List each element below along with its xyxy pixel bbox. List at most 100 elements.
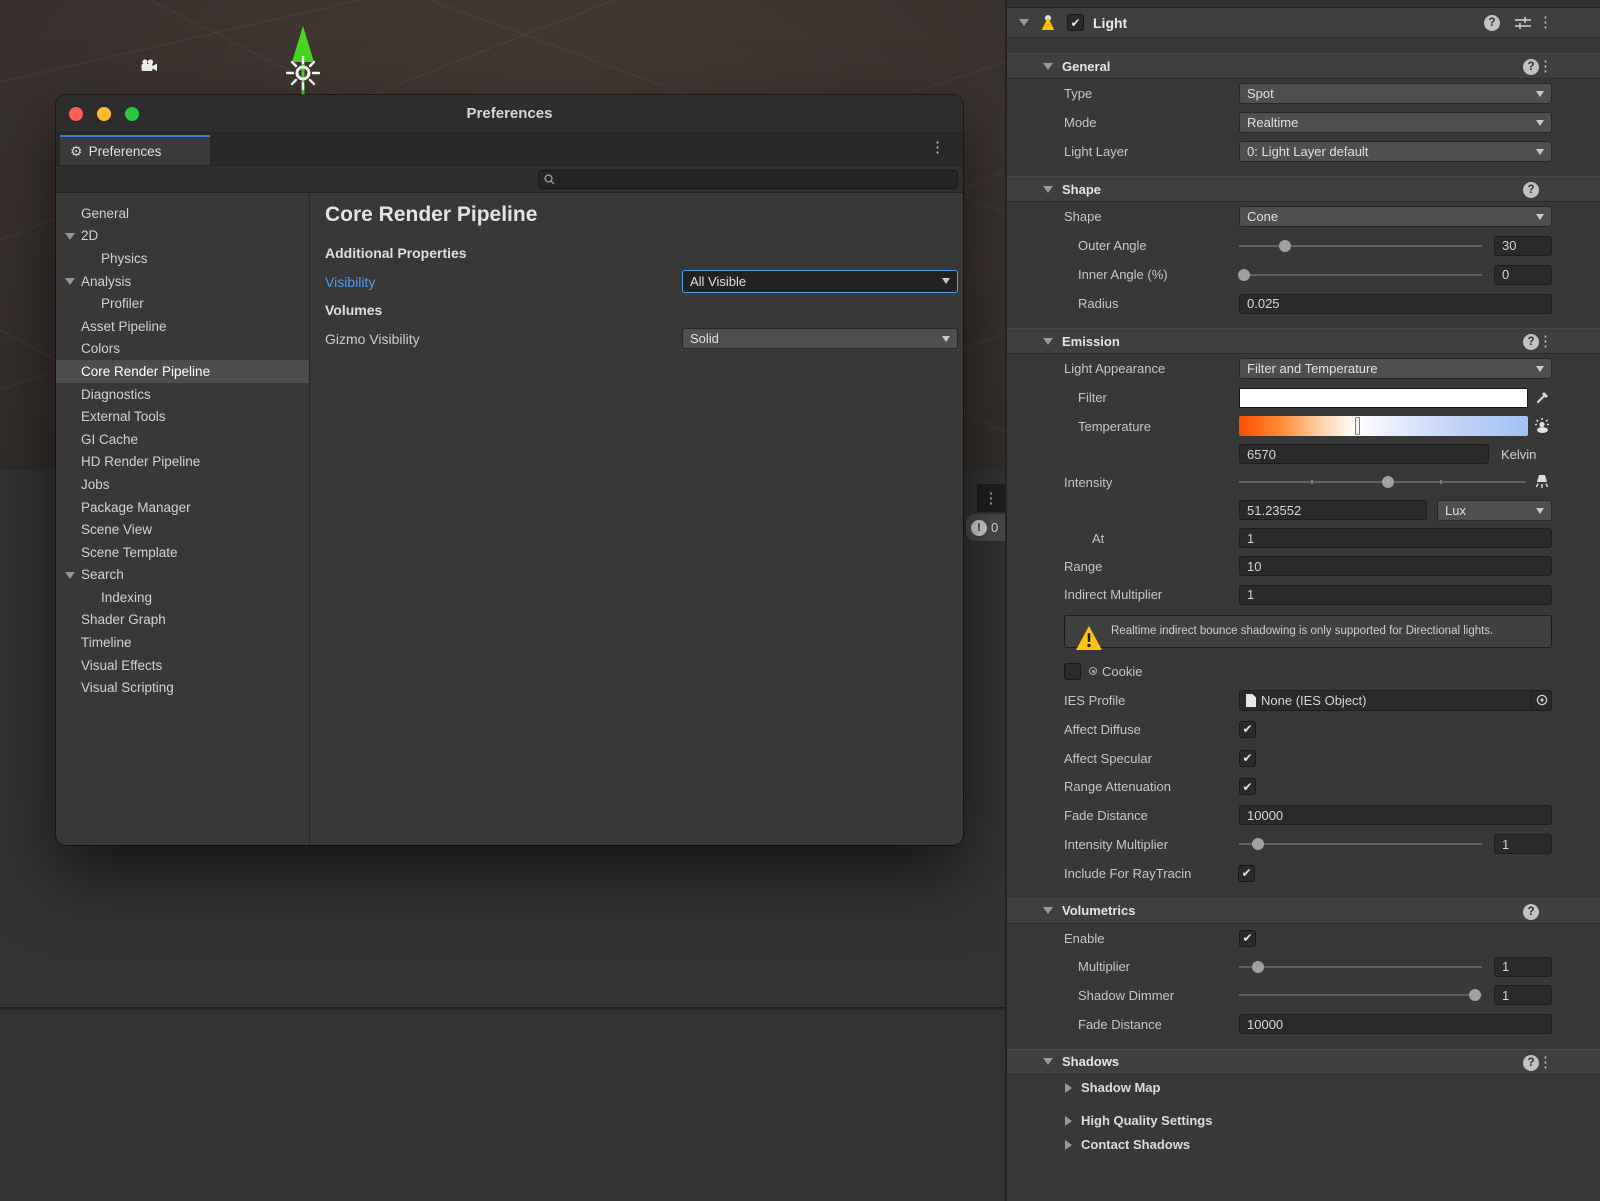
help-icon[interactable] xyxy=(1523,1055,1539,1071)
temperature-slider[interactable] xyxy=(1239,416,1528,436)
sidebar-item-general[interactable]: General xyxy=(56,202,309,225)
sidebar-item-gi-cache[interactable]: GI Cache xyxy=(56,428,309,451)
contact-shadows-foldout[interactable]: Contact Shadows xyxy=(1007,1133,1600,1157)
search-input[interactable] xyxy=(538,170,958,189)
sidebar-item-diagnostics[interactable]: Diagnostics xyxy=(56,383,309,406)
range-attenuation-checkbox[interactable] xyxy=(1239,778,1256,795)
hidden-panel-menu[interactable] xyxy=(977,484,1005,512)
cookie-checkbox[interactable] xyxy=(1064,663,1081,680)
foldout-open-icon[interactable] xyxy=(1043,907,1053,914)
foldout-open-icon[interactable] xyxy=(65,233,75,240)
kebab-menu-icon[interactable] xyxy=(1538,59,1553,74)
light-layer-dropdown[interactable]: 0: Light Layer default xyxy=(1239,141,1552,162)
section-shadows[interactable]: Shadows xyxy=(1007,1049,1600,1075)
sidebar-item-hd-render-pipeline[interactable]: HD Render Pipeline xyxy=(56,451,309,474)
console-warning-badge[interactable]: ! 0 xyxy=(966,514,1005,541)
window-titlebar[interactable]: Preferences xyxy=(56,95,963,133)
sidebar-item-shader-graph[interactable]: Shader Graph xyxy=(56,609,309,632)
multiplier-field[interactable]: 1 xyxy=(1494,957,1552,977)
ies-profile-object-field[interactable]: None (IES Object) xyxy=(1239,690,1552,711)
fade-distance-field[interactable]: 10000 xyxy=(1239,805,1552,825)
help-icon[interactable] xyxy=(1523,904,1539,920)
affect-diffuse-checkbox[interactable] xyxy=(1239,721,1256,738)
minimize-button[interactable] xyxy=(97,107,111,121)
kebab-menu-icon[interactable] xyxy=(1538,334,1553,349)
sidebar-item-analysis[interactable]: Analysis xyxy=(56,270,309,293)
tab-options-kebab-icon[interactable] xyxy=(930,140,945,155)
sidebar-item-profiler[interactable]: Profiler xyxy=(56,292,309,315)
at-field[interactable]: 1 xyxy=(1239,528,1552,548)
foldout-open-icon[interactable] xyxy=(1043,1058,1053,1065)
foldout-open-icon[interactable] xyxy=(1043,338,1053,345)
sidebar-item-scene-view[interactable]: Scene View xyxy=(56,518,309,541)
sidebar-item-visual-scripting[interactable]: Visual Scripting xyxy=(56,676,309,699)
panel-divider[interactable] xyxy=(0,1007,1005,1010)
sidebar-item-colors[interactable]: Colors xyxy=(56,338,309,361)
filter-color-swatch[interactable] xyxy=(1239,388,1528,408)
intensity-slider[interactable] xyxy=(1239,472,1526,492)
outer-angle-field[interactable]: 30 xyxy=(1494,236,1552,256)
shadow-dimmer-slider[interactable] xyxy=(1239,985,1482,1005)
outer-angle-slider[interactable] xyxy=(1239,236,1482,256)
mode-dropdown[interactable]: Realtime xyxy=(1239,112,1552,133)
include-raytracing-checkbox[interactable] xyxy=(1238,865,1255,882)
intensity-multiplier-slider[interactable] xyxy=(1239,834,1482,854)
section-shape[interactable]: Shape xyxy=(1007,176,1600,202)
object-picker-icon[interactable] xyxy=(1531,691,1551,710)
kebab-menu-icon[interactable] xyxy=(1538,15,1553,30)
sidebar-item-visual-effects[interactable]: Visual Effects xyxy=(56,654,309,677)
sidebar-item-asset-pipeline[interactable]: Asset Pipeline xyxy=(56,315,309,338)
sidebar-item-external-tools[interactable]: External Tools xyxy=(56,405,309,428)
gizmo-visibility-dropdown[interactable]: Solid xyxy=(682,328,958,349)
sidebar-item-jobs[interactable]: Jobs xyxy=(56,473,309,496)
help-icon[interactable] xyxy=(1484,15,1500,31)
intensity-unit-dropdown[interactable]: Lux xyxy=(1437,500,1552,521)
section-emission[interactable]: Emission xyxy=(1007,328,1600,354)
shadow-map-foldout[interactable]: Shadow Map xyxy=(1007,1075,1600,1101)
range-field[interactable]: 10 xyxy=(1239,556,1552,576)
sidebar-item-timeline[interactable]: Timeline xyxy=(56,631,309,654)
high-quality-settings-foldout[interactable]: High Quality Settings xyxy=(1007,1109,1600,1133)
enable-checkbox[interactable] xyxy=(1239,930,1256,947)
foldout-open-icon[interactable] xyxy=(1043,63,1053,70)
sidebar-item-2d[interactable]: 2D xyxy=(56,225,309,248)
sidebar-item-package-manager[interactable]: Package Manager xyxy=(56,496,309,519)
help-icon[interactable] xyxy=(1523,334,1539,350)
spot-light-gizmo[interactable] xyxy=(286,26,320,98)
sidebar-item-indexing[interactable]: Indexing xyxy=(56,586,309,609)
close-button[interactable] xyxy=(69,107,83,121)
volumetric-fade-distance-field[interactable]: 10000 xyxy=(1239,1014,1552,1034)
help-icon[interactable] xyxy=(1523,59,1539,75)
eyedropper-icon[interactable] xyxy=(1532,391,1552,404)
foldout-open-icon[interactable] xyxy=(1043,186,1053,193)
maximize-button[interactable] xyxy=(125,107,139,121)
type-dropdown[interactable]: Spot xyxy=(1239,83,1552,104)
temperature-field[interactable]: 6570 xyxy=(1239,444,1489,464)
shape-dropdown[interactable]: Cone xyxy=(1239,206,1552,227)
indirect-multiplier-field[interactable]: 1 xyxy=(1239,585,1552,605)
inner-angle-slider[interactable] xyxy=(1239,265,1482,285)
foldout-open-icon[interactable] xyxy=(65,572,75,579)
radius-field[interactable]: 0.025 xyxy=(1239,294,1552,314)
light-appearance-dropdown[interactable]: Filter and Temperature xyxy=(1239,358,1552,379)
intensity-field[interactable]: 51.23552 xyxy=(1239,500,1427,520)
shadow-dimmer-field[interactable]: 1 xyxy=(1494,985,1552,1005)
sidebar-item-scene-template[interactable]: Scene Template xyxy=(56,541,309,564)
tab-preferences[interactable]: Preferences xyxy=(60,135,210,165)
sidebar-item-core-render-pipeline[interactable]: Core Render Pipeline xyxy=(56,360,309,383)
section-volumetrics[interactable]: Volumetrics xyxy=(1007,898,1600,924)
foldout-open-icon[interactable] xyxy=(65,278,75,285)
inner-angle-field[interactable]: 0 xyxy=(1494,265,1552,285)
temperature-slider-handle[interactable] xyxy=(1355,417,1360,435)
sidebar-item-search[interactable]: Search xyxy=(56,564,309,587)
help-icon[interactable] xyxy=(1523,182,1539,198)
intensity-multiplier-field[interactable]: 1 xyxy=(1494,834,1552,854)
kebab-menu-icon[interactable] xyxy=(1538,1055,1553,1070)
section-general[interactable]: General xyxy=(1007,53,1600,79)
affect-specular-checkbox[interactable] xyxy=(1239,750,1256,767)
multiplier-slider[interactable] xyxy=(1239,957,1482,977)
visibility-dropdown[interactable]: All Visible xyxy=(682,270,958,293)
camera-gizmo-icon[interactable] xyxy=(139,58,159,74)
sidebar-item-physics[interactable]: Physics xyxy=(56,247,309,270)
presets-icon[interactable] xyxy=(1515,16,1531,30)
